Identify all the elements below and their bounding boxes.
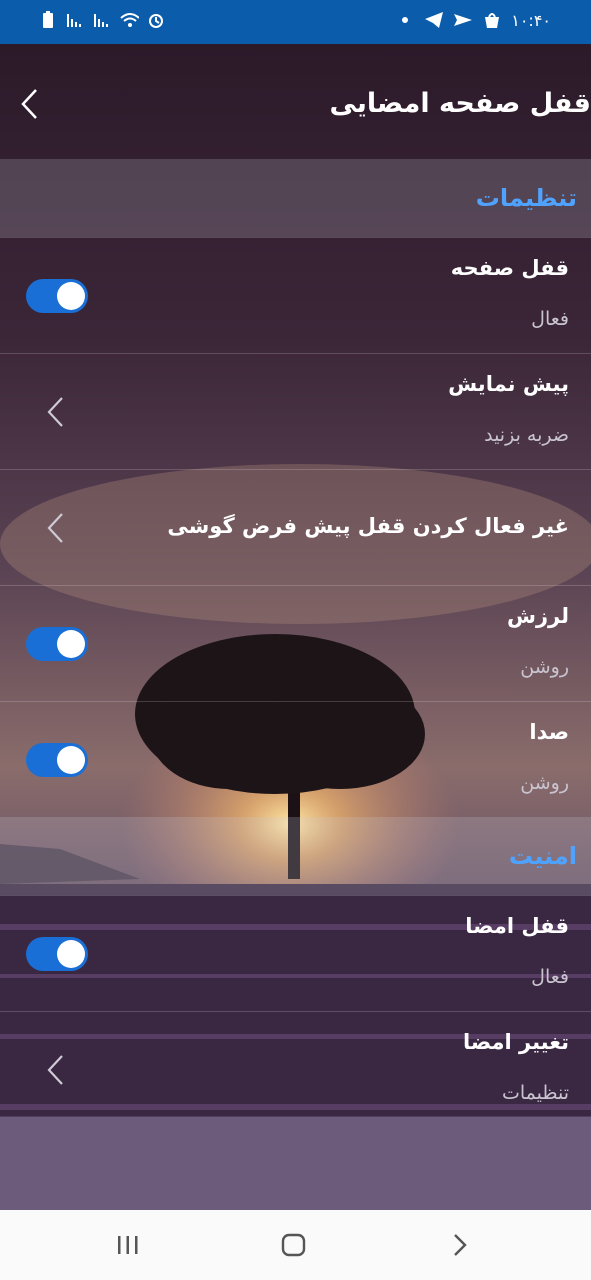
sound-toggle[interactable] [26,743,88,777]
back-chevron-icon[interactable] [14,84,44,124]
sound-title: صدا [529,720,569,744]
home-icon[interactable] [274,1230,314,1260]
dot-icon [395,10,415,30]
toggle-knob [57,940,85,968]
signature-lock-toggle[interactable] [26,937,88,971]
section-settings-label: تنظیمات [475,184,577,212]
section-security: امنیت [0,817,591,895]
system-nav-bar [0,1210,591,1280]
screen-lock-title: قفل صفحه [450,256,569,280]
disable-default-lock-title: غیر فعال کردن قفل پیش فرض گوشی [167,514,569,538]
signature-lock-row[interactable]: قفل امضا فعال [0,895,591,1012]
sound-row[interactable]: صدا روشن [0,701,591,818]
section-security-label: امنیت [508,842,577,870]
signal-icon-2 [92,10,112,30]
status-right: ۱۰:۴۰ [395,10,551,30]
shopping-bag-icon [482,10,502,30]
app-header: قفل صفحه امضایی [0,44,591,159]
preview-subtitle: ضربه بزنید [484,424,569,446]
preview-title: پیش نمایش [448,372,569,396]
recents-icon[interactable] [108,1230,148,1260]
status-left [38,10,166,30]
toggle-knob [57,282,85,310]
toggle-knob [57,630,85,658]
bottom-spacer [0,1117,591,1210]
chevron-left-icon [42,510,68,546]
battery-icon [38,10,58,30]
back-icon[interactable] [440,1230,480,1260]
sound-subtitle: روشن [520,772,569,794]
alarm-icon [146,10,166,30]
change-signature-subtitle: تنظیمات [501,1082,569,1104]
vibration-subtitle: روشن [520,656,569,678]
change-signature-title: تغییر امضا [462,1030,569,1054]
vibration-toggle[interactable] [26,627,88,661]
telegram-icon [424,10,444,30]
section-settings: تنظیمات [0,159,591,237]
change-signature-row[interactable]: تغییر امضا تنظیمات [0,1011,591,1128]
toggle-knob [57,746,85,774]
signal-icon [65,10,85,30]
signature-lock-title: قفل امضا [465,914,569,938]
status-time: ۱۰:۴۰ [511,10,551,30]
send-icon [453,10,473,30]
status-bar: ۱۰:۴۰ [0,0,591,44]
screen-lock-toggle[interactable] [26,279,88,313]
screen-lock-subtitle: فعال [531,308,569,330]
disable-default-lock-row[interactable]: غیر فعال کردن قفل پیش فرض گوشی [0,469,591,586]
chevron-left-icon [42,394,68,430]
chevron-left-icon [42,1052,68,1088]
screen-lock-row[interactable]: قفل صفحه فعال [0,237,591,354]
vibration-row[interactable]: لرزش روشن [0,585,591,702]
signature-lock-subtitle: فعال [531,966,569,988]
page-title: قفل صفحه امضایی [329,88,591,119]
preview-row[interactable]: پیش نمایش ضربه بزنید [0,353,591,470]
wifi-icon [119,10,139,30]
vibration-title: لرزش [506,604,569,628]
